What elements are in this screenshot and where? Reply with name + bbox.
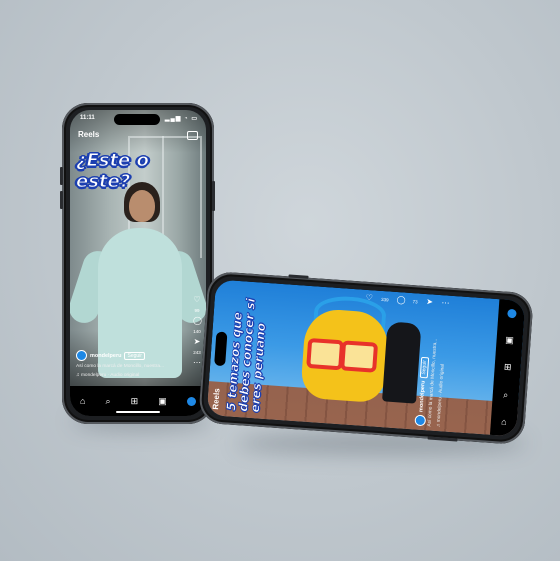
search-icon[interactable]: ⌕ xyxy=(106,396,111,406)
more-icon[interactable]: ⋯ xyxy=(193,359,201,367)
home-icon[interactable]: ⌂ xyxy=(80,396,85,406)
profile-icon[interactable] xyxy=(186,396,196,406)
video-caption: ¿Este o este? xyxy=(76,150,150,193)
volume-up-button xyxy=(60,167,63,185)
dynamic-island xyxy=(114,114,160,125)
camera-icon[interactable] xyxy=(187,131,198,140)
reels-header-title-2[interactable]: Reels xyxy=(211,388,221,410)
reel-audio[interactable]: ♫ mondelperu · Audio original xyxy=(76,373,139,378)
reel-user-row: mondelperu Seguir xyxy=(76,350,145,361)
mascot-glasses-2 xyxy=(340,340,379,373)
profile-icon-2[interactable] xyxy=(506,308,517,319)
follow-button-2[interactable]: Seguir xyxy=(419,356,429,378)
audio-label: mondelperu · Audio original xyxy=(80,373,140,378)
share-icon-2[interactable]: ➤ xyxy=(425,297,434,307)
status-icons: ▂▄▆ ◔ ▭ xyxy=(164,116,198,122)
comment-count-2: 73 xyxy=(412,298,418,304)
phone-portrait: 11:11 ▂▄▆ ◔ ▭ Reels ¿Este o este? ♡ 99 ◯… xyxy=(60,103,215,424)
volume-button-landscape xyxy=(288,274,309,279)
like-icon-2[interactable]: ♡ xyxy=(365,293,374,303)
phone1-screen: 11:11 ▂▄▆ ◔ ▭ Reels ¿Este o este? ♡ 99 ◯… xyxy=(70,110,206,416)
username[interactable]: mondelperu xyxy=(90,353,121,359)
like-count-2: 339 xyxy=(380,296,389,302)
power-button xyxy=(212,181,215,211)
home-indicator xyxy=(116,411,160,413)
comment-icon[interactable]: ◯ xyxy=(193,317,202,325)
reels-icon-2[interactable]: ▣ xyxy=(505,335,514,346)
status-time: 11:11 xyxy=(80,115,95,121)
more-icon-2[interactable]: ⋯ xyxy=(441,298,450,308)
like-count: 99 xyxy=(194,308,200,313)
share-count: 243 xyxy=(193,350,201,355)
comment-count: 140 xyxy=(193,329,201,334)
reels-header-title[interactable]: Reels xyxy=(78,130,99,139)
add-icon-2[interactable]: ⊞ xyxy=(504,362,512,373)
share-icon[interactable]: ➤ xyxy=(193,338,201,346)
comment-icon-2[interactable]: ◯ xyxy=(396,295,406,305)
reel-description[interactable]: Así como la marcá de Moncillo, nuestra..… xyxy=(76,364,164,369)
person-face xyxy=(129,190,155,222)
video-caption-2: 5 temazos que debes conocer si eres peru… xyxy=(224,297,269,414)
volume-down-button xyxy=(60,191,63,209)
home-icon-2[interactable]: ⌂ xyxy=(501,416,507,426)
reel-actions: ♡ 99 ◯ 140 ➤ 243 ⋯ xyxy=(193,296,202,367)
follow-button[interactable]: Seguir xyxy=(124,351,145,360)
username-2[interactable]: mondelperu xyxy=(418,380,426,412)
avatar-2[interactable] xyxy=(414,414,427,427)
mascot-glasses xyxy=(306,337,345,371)
search-icon-2[interactable]: ⌕ xyxy=(503,389,509,399)
avatar[interactable] xyxy=(76,350,87,361)
dancer-silhouette xyxy=(382,321,422,404)
add-icon[interactable]: ⊞ xyxy=(131,396,139,406)
reels-icon[interactable]: ▣ xyxy=(158,396,167,406)
like-icon[interactable]: ♡ xyxy=(193,296,201,304)
phone2-screen: Reels 5 temazos que debes conocer si ere… xyxy=(206,279,526,437)
phone-landscape: Reels 5 temazos que debes conocer si ere… xyxy=(198,270,534,446)
